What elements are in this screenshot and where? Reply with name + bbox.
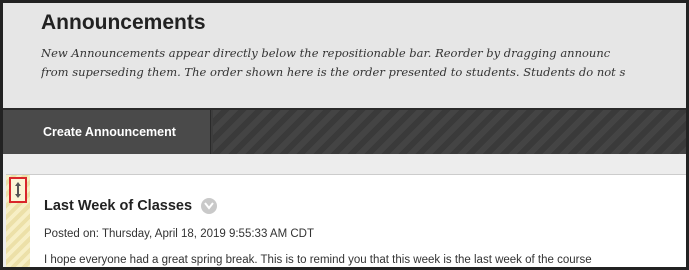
page-header: Announcements New Announcements appear d… [3, 3, 686, 108]
description-line: New Announcements appear directly below … [41, 46, 611, 60]
announcement-title[interactable]: Last Week of Classes [44, 198, 192, 214]
description-line: from superseding them. The order shown h… [41, 65, 626, 79]
reorder-arrows-icon[interactable] [9, 177, 27, 203]
announcement-title-row: Last Week of Classes [44, 197, 218, 215]
announcement-body: I hope everyone had a great spring break… [44, 254, 592, 266]
action-bar-background [213, 110, 686, 154]
chevron-down-icon[interactable] [201, 197, 218, 214]
window-frame: Announcements New Announcements appear d… [0, 0, 689, 270]
announcement-item: Last Week of Classes Posted on: Thursday… [6, 174, 686, 267]
page-title: Announcements [41, 11, 206, 34]
create-announcement-button[interactable]: Create Announcement [3, 110, 211, 154]
page-description: New Announcements appear directly below … [41, 44, 686, 82]
posted-date: Posted on: Thursday, April 18, 2019 9:55… [44, 228, 314, 240]
action-bar: Create Announcement [3, 108, 686, 154]
drag-strip [6, 175, 30, 267]
announcements-list: Last Week of Classes Posted on: Thursday… [3, 154, 686, 267]
